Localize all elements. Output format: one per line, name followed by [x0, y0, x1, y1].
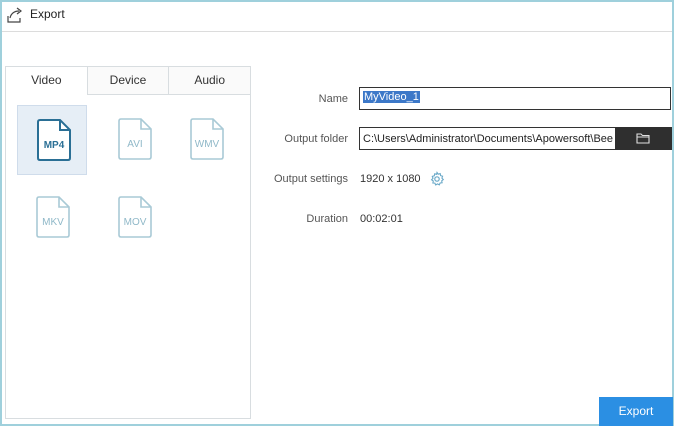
- tab-device[interactable]: Device: [86, 67, 169, 95]
- format-panel: Video Device Audio MP4 AVI WMV MKV MOV: [5, 66, 251, 419]
- tab-video[interactable]: Video: [6, 67, 87, 95]
- duration-label: Duration: [306, 213, 348, 225]
- output-settings-value: 1920 x 1080: [360, 173, 421, 185]
- name-label: Name: [318, 93, 348, 105]
- avi-file-icon: AVI: [118, 118, 152, 160]
- format-avi-label: AVI: [127, 139, 142, 150]
- window-title: Export: [30, 7, 65, 21]
- export-window: Export Video Device Audio MP4 AVI WMV MK…: [0, 0, 674, 426]
- format-mkv[interactable]: MKV: [17, 183, 87, 253]
- format-mp4[interactable]: MP4: [17, 105, 87, 175]
- mkv-file-icon: MKV: [36, 196, 70, 238]
- browse-folder-button[interactable]: [615, 127, 672, 150]
- export-share-icon: [6, 6, 24, 24]
- output-settings-label: Output settings: [274, 173, 348, 185]
- format-mkv-label: MKV: [42, 217, 64, 228]
- gear-icon[interactable]: [429, 171, 445, 187]
- title-divider: [2, 31, 672, 32]
- name-input[interactable]: MyVideo_1: [359, 87, 671, 110]
- output-folder-label: Output folder: [284, 133, 348, 145]
- format-mp4-label: MP4: [44, 140, 65, 151]
- mp4-file-icon: MP4: [37, 119, 71, 161]
- folder-icon: [636, 133, 650, 144]
- format-mov-label: MOV: [124, 217, 147, 228]
- mov-file-icon: MOV: [118, 196, 152, 238]
- export-button[interactable]: Export: [599, 397, 673, 426]
- output-folder-field[interactable]: C:\Users\Administrator\Documents\Apowers…: [359, 127, 615, 150]
- format-mov[interactable]: MOV: [99, 183, 169, 253]
- format-tabs: Video Device Audio: [6, 67, 251, 95]
- duration-value: 00:02:01: [360, 213, 403, 225]
- name-input-value: MyVideo_1: [363, 91, 420, 103]
- title-bar: Export: [2, 2, 672, 32]
- tab-audio[interactable]: Audio: [168, 67, 251, 95]
- format-avi[interactable]: AVI: [99, 105, 169, 175]
